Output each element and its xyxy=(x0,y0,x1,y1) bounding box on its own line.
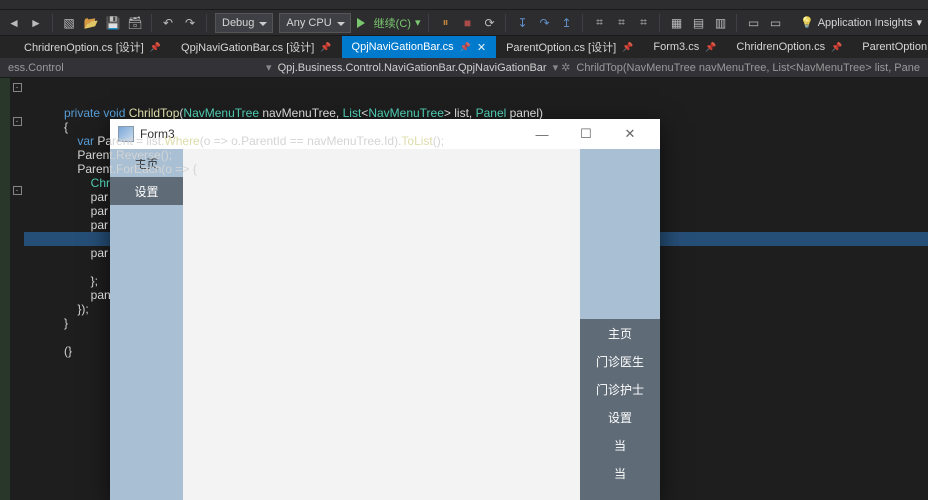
step-out-icon[interactable]: ↥ xyxy=(558,15,574,31)
chevron-icon: ▾ ✲ xyxy=(553,61,571,74)
document-tab[interactable]: ParentOption.cs [设计]📌 xyxy=(496,36,643,58)
new-file-icon[interactable]: ▧ xyxy=(61,15,77,31)
restart-icon[interactable]: ⟳ xyxy=(481,15,497,31)
tool-icon[interactable]: ⌗ xyxy=(613,15,629,31)
open-icon[interactable]: 📂 xyxy=(83,15,99,31)
pin-icon[interactable]: 📌 xyxy=(705,42,716,53)
step-over-icon[interactable]: ↷ xyxy=(536,15,552,31)
save-icon[interactable]: 💾 xyxy=(105,15,121,31)
fold-gutter[interactable]: - - - xyxy=(10,78,24,500)
undo-icon[interactable]: ↶ xyxy=(160,15,176,31)
document-tab[interactable]: QpjNaviGationBar.cs [设计]📌 xyxy=(171,36,342,58)
config-combo[interactable]: Debug xyxy=(215,13,273,33)
app-insights-label: Application Insights xyxy=(818,17,913,29)
pin-icon[interactable]: 📌 xyxy=(831,42,842,53)
layout-icon[interactable]: ▦ xyxy=(668,15,684,31)
tool-icon[interactable]: ⌗ xyxy=(635,15,651,31)
document-tab[interactable]: ChridrenOption.cs [设计]📌 xyxy=(14,36,171,58)
layout-icon[interactable]: ▥ xyxy=(712,15,728,31)
separator xyxy=(659,14,660,32)
toolbar: ◄ ► ▧ 📂 💾 🗃 ↶ ↷ Debug Any CPU 继续(C) ▾ ⏸ … xyxy=(0,10,928,36)
pin-icon[interactable]: 📌 xyxy=(460,42,471,53)
platform-combo[interactable]: Any CPU xyxy=(279,13,350,33)
tool-icon[interactable]: ⌗ xyxy=(591,15,607,31)
separator xyxy=(505,14,506,32)
chevron-icon: ▾ xyxy=(266,61,272,74)
right-nav-item[interactable]: 门诊护士 xyxy=(580,375,660,403)
step-into-icon[interactable]: ↧ xyxy=(514,15,530,31)
pin-icon[interactable]: 📌 xyxy=(320,42,331,53)
document-tabs: ChridrenOption.cs [设计]📌QpjNaviGationBar.… xyxy=(0,36,928,58)
fold-toggle-icon[interactable]: - xyxy=(13,117,22,126)
menu-bar[interactable] xyxy=(0,0,928,10)
pin-icon[interactable]: 📌 xyxy=(150,42,161,53)
nav-fwd-icon[interactable]: ► xyxy=(28,15,44,31)
document-tab[interactable]: ParentOption.cs xyxy=(852,36,928,58)
misc-icon[interactable]: ▭ xyxy=(745,15,761,31)
layout-icon[interactable]: ▤ xyxy=(690,15,706,31)
close-icon[interactable]: ✕ xyxy=(477,41,486,54)
separator xyxy=(582,14,583,32)
crumb-namespace[interactable]: Qpj.Business.Control.NaviGationBar.QpjNa… xyxy=(278,62,547,74)
separator xyxy=(151,14,152,32)
document-tab[interactable]: ChridrenOption.cs📌 xyxy=(726,36,852,58)
right-nav-item[interactable]: 当 xyxy=(580,431,660,459)
document-tab[interactable]: QpjNaviGationBar.cs📌✕ xyxy=(342,36,497,58)
crumb-method[interactable]: ChrildTop(NavMenuTree navMenuTree, List<… xyxy=(576,62,920,74)
separator xyxy=(736,14,737,32)
stop-icon[interactable]: ■ xyxy=(459,15,475,31)
save-all-icon[interactable]: 🗃 xyxy=(127,15,143,31)
pause-icon[interactable]: ⏸ xyxy=(437,15,453,31)
document-tab[interactable]: Form3.cs📌 xyxy=(643,36,726,58)
crumb-root[interactable]: ess.Control xyxy=(8,62,64,74)
separator xyxy=(206,14,207,32)
continue-label: 继续(C) xyxy=(374,15,411,31)
editor-margin xyxy=(0,78,10,500)
fold-toggle-icon[interactable]: - xyxy=(13,83,22,92)
right-nav-item[interactable]: 当 xyxy=(580,459,660,487)
navigation-bar: ess.Control ▾ Qpj.Business.Control.NaviG… xyxy=(0,58,928,78)
separator xyxy=(52,14,53,32)
nav-back-icon[interactable]: ◄ xyxy=(6,15,22,31)
pin-icon[interactable]: 📌 xyxy=(622,42,633,53)
continue-button[interactable]: 继续(C) ▾ xyxy=(357,15,421,31)
right-nav-item[interactable]: 设置 xyxy=(580,403,660,431)
misc-icon[interactable]: ▭ xyxy=(767,15,783,31)
fold-toggle-icon[interactable]: - xyxy=(13,186,22,195)
redo-icon[interactable]: ↷ xyxy=(182,15,198,31)
app-insights-button[interactable]: Application Insights ▾ xyxy=(800,16,922,29)
separator xyxy=(428,14,429,32)
